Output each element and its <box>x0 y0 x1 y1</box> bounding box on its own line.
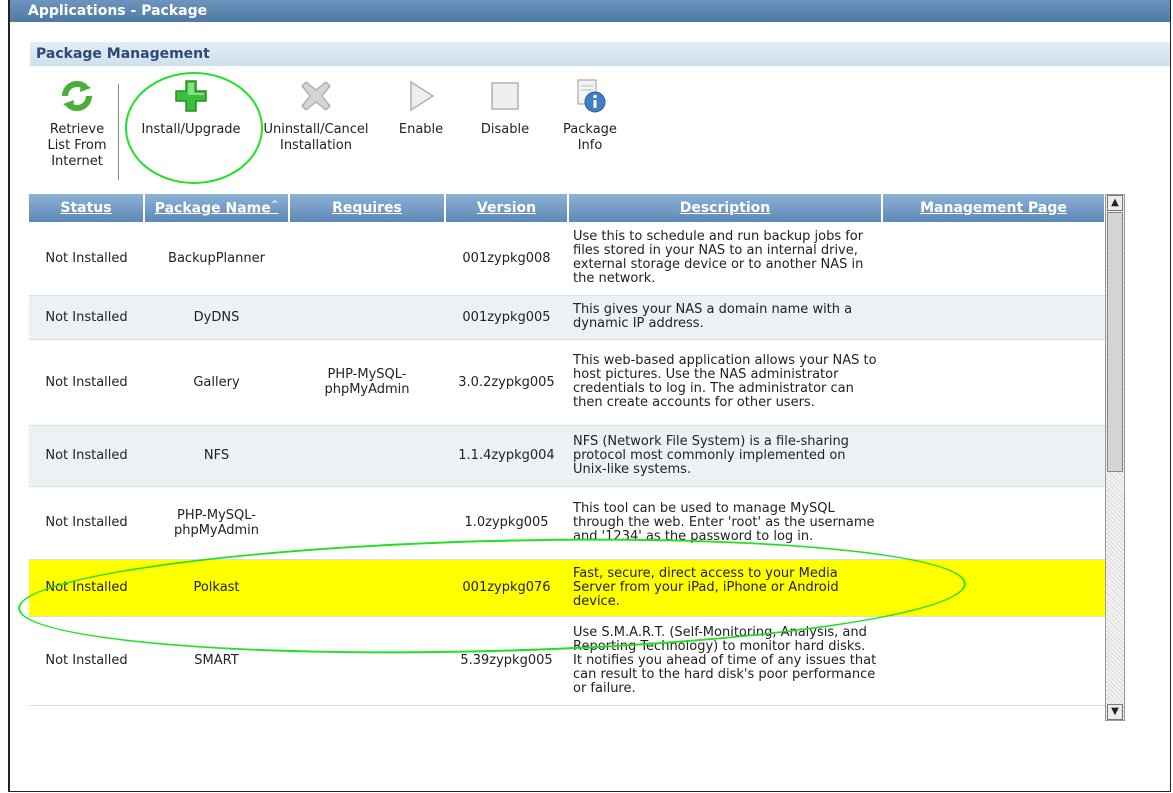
version-cell: 3.0.2zypkg005 <box>445 339 568 426</box>
description-cell: NFS (Network File System) is a file-shar… <box>568 425 882 487</box>
version-column-header[interactable]: Version <box>445 194 569 222</box>
section-title: Package Management <box>30 41 1170 66</box>
package-name-cell: DyDNS <box>144 295 289 340</box>
management-page-cell <box>882 339 1105 426</box>
description-cell: This web-based application allows your N… <box>568 339 882 426</box>
status-cell: Not Installed <box>29 486 144 560</box>
enable-button[interactable]: Enable <box>392 78 450 138</box>
version-cell: 001zypkg008 <box>445 222 568 296</box>
disable-label: Disable <box>480 122 530 137</box>
info-icon <box>572 78 608 114</box>
management-page-cell <box>882 616 1105 706</box>
status-cell: Not Installed <box>29 339 144 426</box>
scroll-up-icon[interactable]: ▲ <box>1107 195 1123 211</box>
requires-cell <box>289 295 445 340</box>
package-info-label: Package Info <box>563 122 617 153</box>
version-cell: 001zypkg005 <box>445 295 568 340</box>
scroll-down-icon[interactable]: ▼ <box>1107 704 1123 720</box>
x-icon <box>298 78 334 114</box>
toolbar-separator <box>118 84 119 180</box>
package-name-cell: Gallery <box>144 339 289 426</box>
enable-label: Enable <box>398 122 444 137</box>
retrieve-list-button[interactable]: Retrieve List From Internet <box>38 78 116 170</box>
management-page-cell <box>882 486 1105 560</box>
management-page-column-header[interactable]: Management Page <box>882 194 1105 222</box>
stop-icon <box>487 78 523 114</box>
requires-cell <box>289 222 445 296</box>
retrieve-list-label: Retrieve List From Internet <box>47 122 107 169</box>
package-name-cell: BackupPlanner <box>144 222 289 296</box>
play-icon <box>403 78 439 114</box>
status-column-header[interactable]: Status <box>29 194 145 222</box>
table-scrollbar[interactable]: ▲ ▼ <box>1105 194 1125 721</box>
description-cell: This gives your NAS a domain name with a… <box>568 295 882 340</box>
disable-button[interactable]: Disable <box>474 78 536 138</box>
annotation-circle-install <box>125 72 263 184</box>
requires-column-header[interactable]: Requires <box>289 194 446 222</box>
requires-cell: PHP-MySQL-phpMyAdmin <box>289 339 445 426</box>
toolbar: Retrieve List From Internet Install/Upgr… <box>0 78 700 188</box>
uninstall-cancel-button[interactable]: Uninstall/Cancel Installation <box>254 78 378 154</box>
status-cell: Not Installed <box>29 222 144 296</box>
status-cell: Not Installed <box>29 295 144 340</box>
status-cell: Not Installed <box>29 425 144 487</box>
requires-cell <box>289 425 445 487</box>
table-header-row: Status Package Name^ Requires Version De… <box>29 194 1105 222</box>
management-page-cell <box>882 222 1105 296</box>
version-cell: 1.1.4zypkg004 <box>445 425 568 487</box>
management-page-cell <box>882 425 1105 487</box>
uninstall-cancel-label: Uninstall/Cancel Installation <box>263 122 369 153</box>
table-row[interactable]: Not Installed Gallery PHP-MySQL-phpMyAdm… <box>29 339 1105 426</box>
table-row[interactable]: Not Installed NFS 1.1.4zypkg004 NFS (Net… <box>29 425 1105 487</box>
package-name-cell: PHP-MySQL-phpMyAdmin <box>144 486 289 560</box>
description-column-header[interactable]: Description <box>568 194 883 222</box>
window-title: Applications - Package <box>10 0 1170 22</box>
description-cell: Use this to schedule and run backup jobs… <box>568 222 882 296</box>
table-row[interactable]: Not Installed DyDNS 001zypkg005 This giv… <box>29 295 1105 340</box>
package-info-button[interactable]: Package Info <box>552 78 628 154</box>
refresh-icon <box>59 78 95 114</box>
management-page-cell <box>882 295 1105 340</box>
package-name-cell: NFS <box>144 425 289 487</box>
sort-indicator: ^ <box>270 199 279 210</box>
scroll-thumb[interactable] <box>1107 212 1123 472</box>
table-row[interactable]: Not Installed BackupPlanner 001zypkg008 … <box>29 222 1105 296</box>
package-name-column-header[interactable]: Package Name^ <box>144 194 290 222</box>
